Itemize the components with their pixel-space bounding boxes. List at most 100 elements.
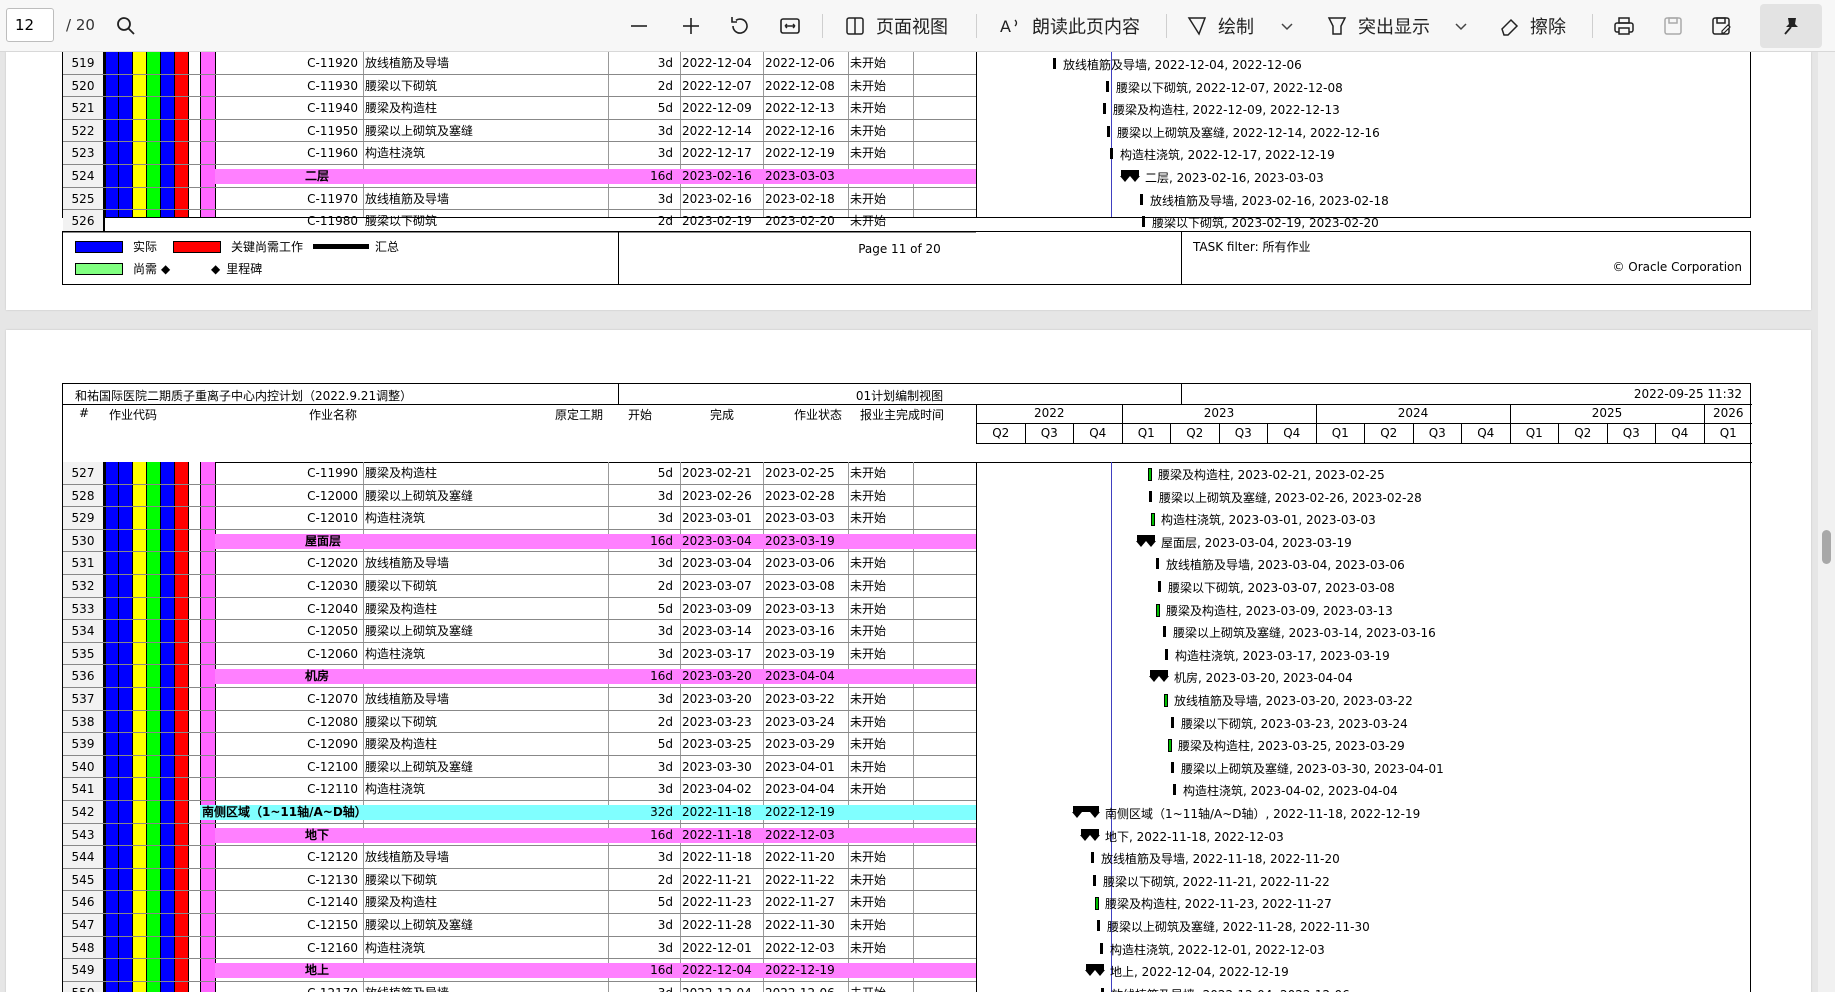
highlight-button[interactable]: 突出显示 xyxy=(1326,10,1430,42)
table-row[interactable]: 520 C-11930 腰梁以下砌筑 2d 2022-12-07 2022-12-08 未开… xyxy=(63,74,1752,98)
table-row[interactable]: 526 C-11980 腰梁以下砌筑 2d 2023-02-19 2023-02-20 未开… xyxy=(63,210,1752,233)
gantt-task-bar[interactable] xyxy=(1106,80,1109,92)
table-row[interactable]: 549 地上 16d 2022-12-04 2022-12-19 地上, 2022-12-… xyxy=(63,959,1752,982)
activity-status: 未开始 xyxy=(850,646,887,661)
vertical-scrollbar[interactable] xyxy=(1818,52,1835,992)
table-row[interactable]: 533 C-12040 腰梁及构造柱 5d 2023-03-09 2023-03-13 未开… xyxy=(63,597,1752,621)
save-button[interactable] xyxy=(1662,10,1684,42)
gantt-task-bar[interactable] xyxy=(1097,920,1100,931)
draw-dropdown[interactable] xyxy=(1280,10,1294,42)
gantt-task-bar[interactable] xyxy=(1095,897,1099,911)
table-row[interactable]: 524 二层 16d 2023-02-16 2023-03-03 二层, 2023-02-… xyxy=(63,165,1752,188)
gantt-task-bar[interactable] xyxy=(1165,648,1168,660)
table-row[interactable]: 521 C-11940 腰梁及构造柱 5d 2022-12-09 2022-12-13 未开… xyxy=(63,97,1752,120)
activity-code: C-11980 xyxy=(307,214,358,229)
gantt-task-bar[interactable] xyxy=(1110,148,1113,160)
gantt-task-bar[interactable] xyxy=(1142,216,1145,228)
table-row[interactable]: 544 C-12120 放线植筋及导墙 3d 2022-11-18 2022-11-20 未… xyxy=(63,846,1752,869)
gantt-summary-bar[interactable] xyxy=(1072,806,1100,818)
pdf-page-12: 和祐国际医院二期质子重离子中心内控计划（2022.9.21调整） 01计划编制视… xyxy=(6,330,1811,992)
start-date: 2022-12-04 xyxy=(682,963,752,978)
gantt-task-bar[interactable] xyxy=(1053,58,1056,69)
fit-width-button[interactable] xyxy=(778,10,802,42)
finish-date: 2022-12-16 xyxy=(765,123,835,138)
gantt-task-bar[interactable] xyxy=(1164,694,1168,707)
gantt-task-bar[interactable] xyxy=(1156,558,1159,570)
activity-code: C-11930 xyxy=(307,78,358,93)
table-row[interactable]: 542 南侧区域（1~11轴/A~D轴） 32d 2022-11-18 2022-12-… xyxy=(63,801,1752,824)
gantt-label: 构造柱浇筑, 2023-04-02, 2023-04-04 xyxy=(1183,784,1398,799)
gantt-summary-bar[interactable] xyxy=(1120,170,1140,182)
table-row[interactable]: 538 C-12080 腰梁以下砌筑 2d 2023-03-23 2023-03-24 未开… xyxy=(63,710,1752,734)
gantt-summary-bar[interactable] xyxy=(1149,670,1169,683)
table-row[interactable]: 547 C-12150 腰梁以上砌筑及塞缝 3d 2022-11-28 2022-11-3… xyxy=(63,914,1752,937)
table-row[interactable]: 531 C-12020 放线植筋及导墙 3d 2023-03-04 2023-03-06 未… xyxy=(63,552,1752,575)
gantt-task-bar[interactable] xyxy=(1093,874,1096,886)
pin-toolbar-button[interactable] xyxy=(1760,4,1822,48)
gantt-task-bar[interactable] xyxy=(1173,784,1176,796)
draw-button[interactable]: 绘制 xyxy=(1186,10,1254,42)
table-row[interactable]: 535 C-12060 构造柱浇筑 3d 2023-03-17 2023-03-19 未开始… xyxy=(63,642,1752,666)
page-number-input[interactable] xyxy=(6,8,54,42)
table-row[interactable]: 537 C-12070 放线植筋及导墙 3d 2023-03-20 2023-03-22 未… xyxy=(63,688,1752,711)
zoom-in-button[interactable] xyxy=(680,10,702,42)
table-row[interactable]: 525 C-11970 放线植筋及导墙 3d 2023-02-16 2023-02-18 未… xyxy=(63,187,1752,211)
table-row[interactable]: 546 C-12140 腰梁及构造柱 5d 2022-11-23 2022-11-27 未开… xyxy=(63,891,1752,914)
duration: 3d xyxy=(657,646,673,661)
gantt-task-bar[interactable] xyxy=(1149,490,1152,502)
table-row[interactable]: 528 C-12000 腰梁以上砌筑及塞缝 3d 2023-02-26 2023-02-2… xyxy=(63,484,1752,508)
gantt-task-bar[interactable] xyxy=(1140,193,1143,205)
table-row[interactable]: 529 C-12010 构造柱浇筑 3d 2023-03-01 2023-03-03 未开始… xyxy=(63,507,1752,530)
gantt-task-bar[interactable] xyxy=(1100,942,1103,954)
table-row[interactable]: 534 C-12050 腰梁以上砌筑及塞缝 3d 2023-03-14 2023-03-1… xyxy=(63,620,1752,643)
start-date: 2023-03-09 xyxy=(682,601,752,616)
table-row[interactable]: 522 C-11950 腰梁以上砌筑及塞缝 3d 2022-12-14 2022-12-1… xyxy=(63,119,1752,143)
gantt-summary-bar[interactable] xyxy=(1080,828,1100,841)
gantt-label: 腰梁以下砌筑, 2023-02-19, 2023-02-20 xyxy=(1152,216,1379,231)
table-row[interactable]: 527 C-11990 腰梁及构造柱 5d 2023-02-21 2023-02-25 未开… xyxy=(63,462,1752,485)
zoom-out-button[interactable] xyxy=(628,10,650,42)
gantt-task-bar[interactable] xyxy=(1156,603,1160,617)
gantt-task-bar[interactable] xyxy=(1103,103,1106,115)
table-row[interactable]: 550 C-12170放线植筋及导墙3d 2022-12-042022-12-06 未… xyxy=(63,981,1752,992)
table-row[interactable]: 532 C-12030 腰梁以下砌筑 2d 2023-03-07 2023-03-08 未开… xyxy=(63,575,1752,598)
table-row[interactable]: 543 地下 16d 2022-11-18 2022-12-03 地下, 2022-11-… xyxy=(63,823,1752,847)
table-row[interactable]: 523 C-11960 构造柱浇筑 3d 2022-12-17 2022-12-19 未开始… xyxy=(63,142,1752,165)
table-row[interactable]: 519 C-11920 放线植筋及导墙 3d 2022-12-04 2022-12-06 未… xyxy=(63,52,1752,75)
duration: 16d xyxy=(650,669,673,684)
document-viewer[interactable]: 519 C-11920 放线植筋及导墙 3d 2022-12-04 2022-12-06 未… xyxy=(0,52,1835,992)
gantt-task-bar[interactable] xyxy=(1158,581,1161,592)
read-aloud-button[interactable]: A 朗读此页内容 xyxy=(998,10,1140,42)
page-header: 和祐国际医院二期质子重离子中心内控计划（2022.9.21调整） 01计划编制视… xyxy=(62,383,1752,463)
table-row[interactable]: 536 机房 16d 2023-03-20 2023-04-04 机房, 2023-03-… xyxy=(63,665,1752,688)
gantt-summary-bar[interactable] xyxy=(1085,964,1105,977)
save-as-button[interactable] xyxy=(1710,10,1732,42)
table-row[interactable]: 530 屋面层 16d 2023-03-04 2023-03-19 屋面层, 2023-0… xyxy=(63,529,1752,553)
erase-button[interactable]: 擦除 xyxy=(1498,10,1566,42)
start-date: 2023-03-04 xyxy=(682,533,752,548)
gantt-task-bar[interactable] xyxy=(1148,468,1152,481)
table-row[interactable]: 541 C-12110 构造柱浇筑 3d 2023-04-02 2023-04-04 未开始… xyxy=(63,778,1752,801)
table-row[interactable]: 545 C-12130 腰梁以下砌筑 2d 2022-11-21 2022-11-22 未开… xyxy=(63,868,1752,892)
page-view-button[interactable]: 页面视图 xyxy=(844,10,948,42)
gantt-task-bar[interactable] xyxy=(1151,513,1155,527)
gantt-task-bar[interactable] xyxy=(1091,852,1094,864)
table-row[interactable]: 548 C-12160 构造柱浇筑 3d 2022-12-01 2022-12-03 未开始… xyxy=(63,936,1752,960)
table-row[interactable]: 539 C-12090 腰梁及构造柱 5d 2023-03-25 2023-03-29 未开… xyxy=(63,733,1752,756)
gantt-label: 腰梁及构造柱, 2022-12-09, 2022-12-13 xyxy=(1113,103,1340,118)
gantt-task-bar[interactable] xyxy=(1101,987,1104,992)
gantt-summary-bar[interactable] xyxy=(1136,534,1156,547)
print-button[interactable] xyxy=(1612,10,1636,42)
finish-date: 2022-12-19 xyxy=(765,963,835,978)
gantt-task-bar[interactable] xyxy=(1171,716,1174,728)
gantt-task-bar[interactable] xyxy=(1107,125,1110,137)
rotate-button[interactable] xyxy=(728,10,752,42)
search-button[interactable] xyxy=(116,10,136,42)
table-row[interactable]: 540 C-12100 腰梁以上砌筑及塞缝 3d 2023-03-30 2023-04-0… xyxy=(63,755,1752,779)
gantt-task-bar[interactable] xyxy=(1163,626,1166,638)
highlight-dropdown[interactable] xyxy=(1454,10,1468,42)
row-number: 536 xyxy=(63,665,105,688)
gantt-task-bar[interactable] xyxy=(1168,739,1172,753)
gantt-task-bar[interactable] xyxy=(1171,761,1174,773)
scrollbar-thumb[interactable] xyxy=(1822,530,1831,564)
